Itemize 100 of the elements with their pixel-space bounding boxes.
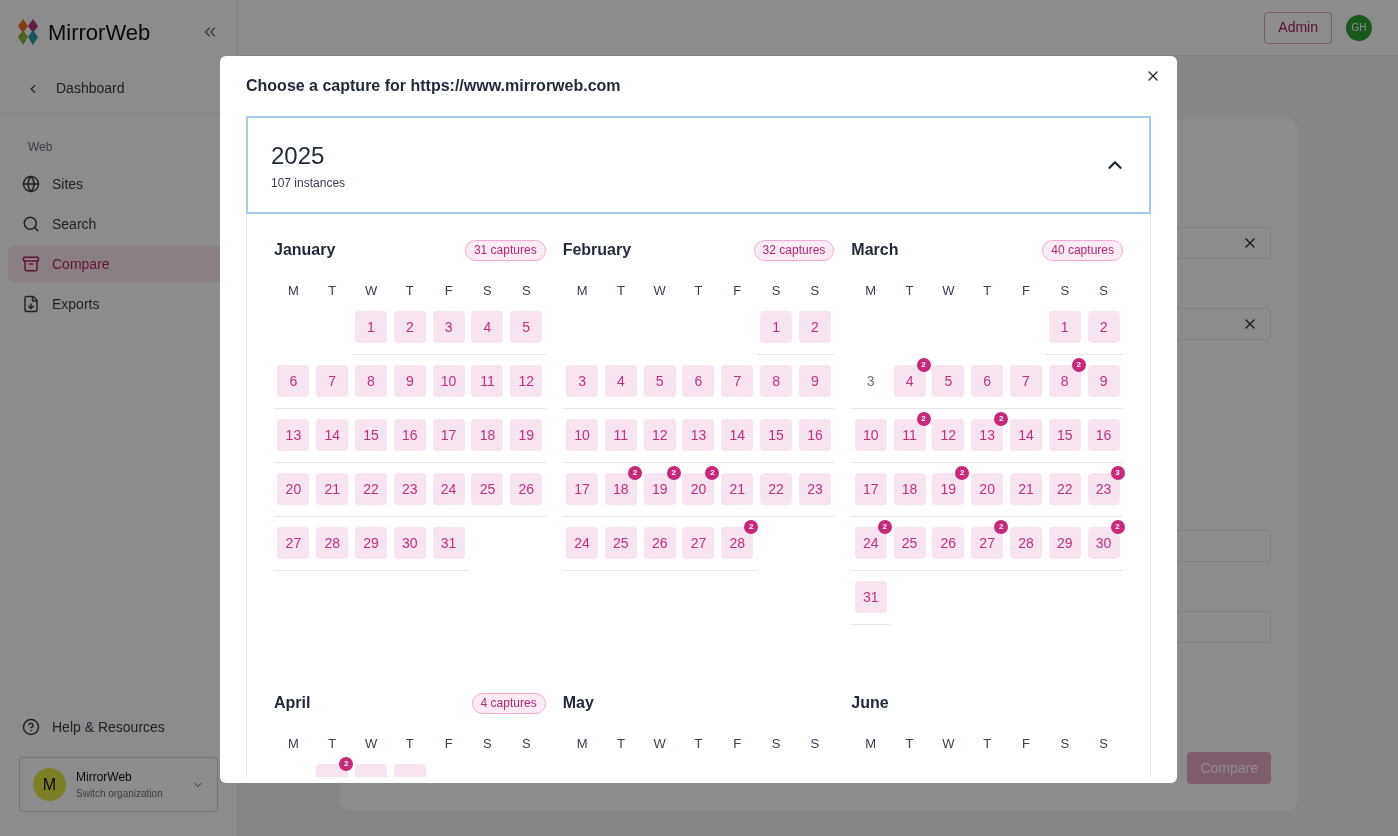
day-cell[interactable]: 17 — [432, 419, 465, 451]
day-cell[interactable]: 18 — [893, 473, 926, 505]
day-cell[interactable]: 25 — [604, 527, 637, 559]
count-badge: 2 — [916, 412, 931, 426]
day-cell[interactable]: 4 — [604, 365, 637, 397]
day-cell[interactable]: 12 — [932, 419, 965, 451]
weekday-label: T — [405, 735, 414, 754]
nav-item[interactable]: Exports — [8, 286, 229, 322]
day-cell[interactable]: 24 — [566, 527, 599, 559]
day-cell[interactable]: 25 — [893, 527, 926, 559]
nav-item[interactable]: Search — [8, 206, 229, 242]
user-avatar[interactable]: GH — [1346, 14, 1372, 41]
day-cell[interactable]: 5 — [932, 365, 965, 397]
weekday-label: T — [983, 735, 992, 754]
day-cell[interactable]: 31 — [432, 527, 465, 559]
day-cell[interactable]: 12 — [510, 365, 543, 397]
day-cell[interactable]: 26 — [932, 527, 965, 559]
day-cell[interactable]: 20 — [971, 473, 1004, 505]
day-cell[interactable]: 26 — [643, 527, 676, 559]
day-cell[interactable]: 29 — [355, 527, 387, 559]
day-cell[interactable]: 28 — [1009, 527, 1042, 559]
day-cell[interactable]: 13 — [682, 419, 715, 451]
day-cell[interactable]: 8 — [760, 365, 793, 397]
day-cell[interactable]: 14 — [316, 419, 349, 451]
day-cell[interactable]: 27 — [277, 527, 310, 559]
day-cell[interactable]: 18 — [471, 419, 504, 451]
day-cell[interactable]: 10 — [854, 419, 887, 451]
weekday-label: F — [444, 735, 453, 754]
day-cell[interactable]: 10 — [432, 365, 465, 397]
day-cell[interactable]: 17 — [854, 473, 887, 505]
day-cell[interactable]: 2 — [1087, 311, 1120, 343]
day-cell[interactable]: 13 — [277, 419, 310, 451]
day-cell[interactable]: 16 — [1087, 419, 1120, 451]
day-cell[interactable]: 4 — [471, 311, 504, 343]
day-cell[interactable]: 16 — [393, 419, 426, 451]
day-cell[interactable]: 11 — [471, 365, 504, 397]
day-cell[interactable]: 7 — [1009, 365, 1042, 397]
day-cell[interactable]: 20 — [277, 473, 310, 505]
day-cell[interactable]: 9 — [1087, 365, 1120, 397]
day-cell[interactable]: 2 — [798, 311, 831, 343]
day-cell[interactable]: 21 — [721, 473, 754, 505]
day-cell[interactable]: 22 — [355, 473, 387, 505]
day-cell[interactable]: 23 — [393, 473, 426, 505]
day-cell[interactable]: 1 — [355, 311, 387, 343]
day-cell[interactable]: 22 — [1048, 473, 1081, 505]
day-cell[interactable]: 5 — [510, 311, 543, 343]
file-download-icon — [22, 295, 40, 313]
day-cell[interactable]: 21 — [316, 473, 349, 505]
day-cell[interactable]: 7 — [721, 365, 754, 397]
instances-count: 107 instances — [271, 175, 346, 192]
day-cell[interactable]: 22 — [760, 473, 793, 505]
day-cell[interactable]: 3 — [432, 311, 465, 343]
weekday-label: T — [405, 282, 414, 301]
day-cell[interactable]: 17 — [566, 473, 599, 505]
day-cell[interactable]: 14 — [1009, 419, 1042, 451]
count-badge: 2 — [916, 358, 931, 372]
day-cell[interactable]: 10 — [566, 419, 599, 451]
section-label: Web — [28, 140, 53, 154]
day-cell[interactable]: 26 — [510, 473, 543, 505]
day-cell[interactable]: 7 — [316, 365, 349, 397]
weekday-label: W — [364, 282, 378, 301]
day-cell[interactable]: 24 — [432, 473, 465, 505]
day-cell[interactable]: 1 — [760, 311, 793, 343]
day-cell[interactable]: 19 — [510, 419, 543, 451]
day-cell[interactable]: 31 — [854, 581, 887, 613]
day-cell[interactable]: 8 — [355, 365, 387, 397]
day-cell[interactable]: 28 — [316, 527, 349, 559]
day-cell[interactable]: 11 — [604, 419, 637, 451]
weekday-label: S — [810, 282, 820, 301]
day-cell[interactable]: 3 — [566, 365, 599, 397]
day-cell[interactable]: 14 — [721, 419, 754, 451]
day-cell[interactable]: 30 — [393, 527, 426, 559]
day-cell[interactable]: 9 — [798, 365, 831, 397]
weekday-label: T — [983, 282, 992, 301]
day-cell[interactable]: 12 — [643, 419, 676, 451]
day-cell[interactable]: 6 — [277, 365, 310, 397]
year-header[interactable]: 2025 107 instances — [246, 116, 1151, 214]
admin-button[interactable]: Admin — [1264, 11, 1332, 44]
day-cell[interactable]: 21 — [1009, 473, 1042, 505]
day-cell[interactable]: 15 — [355, 419, 387, 451]
day-cell[interactable]: 16 — [798, 419, 831, 451]
nav-item[interactable]: Sites — [8, 166, 229, 202]
day-cell[interactable]: 6 — [971, 365, 1004, 397]
day-cell[interactable]: 23 — [798, 473, 831, 505]
organization-switcher[interactable]: M MirrorWeb Switch organization — [19, 757, 218, 812]
day-cell[interactable]: 27 — [682, 527, 715, 559]
help-link[interactable]: Help & Resources — [0, 709, 237, 745]
day-cell[interactable]: 5 — [643, 365, 676, 397]
count-badge: 2 — [994, 520, 1009, 534]
day-cell[interactable]: 6 — [682, 365, 715, 397]
day-cell[interactable]: 15 — [760, 419, 793, 451]
day-cell[interactable]: 2 — [393, 311, 426, 343]
day-cell[interactable]: 9 — [393, 365, 426, 397]
weekday-label: S — [521, 282, 531, 301]
day-cell[interactable]: 15 — [1048, 419, 1081, 451]
year-title: 2025 — [271, 141, 325, 171]
day-cell[interactable]: 1 — [1048, 311, 1081, 343]
day-cell[interactable]: 29 — [1048, 527, 1081, 559]
day-cell[interactable]: 25 — [471, 473, 504, 505]
back-link[interactable]: Dashboard — [26, 78, 125, 99]
